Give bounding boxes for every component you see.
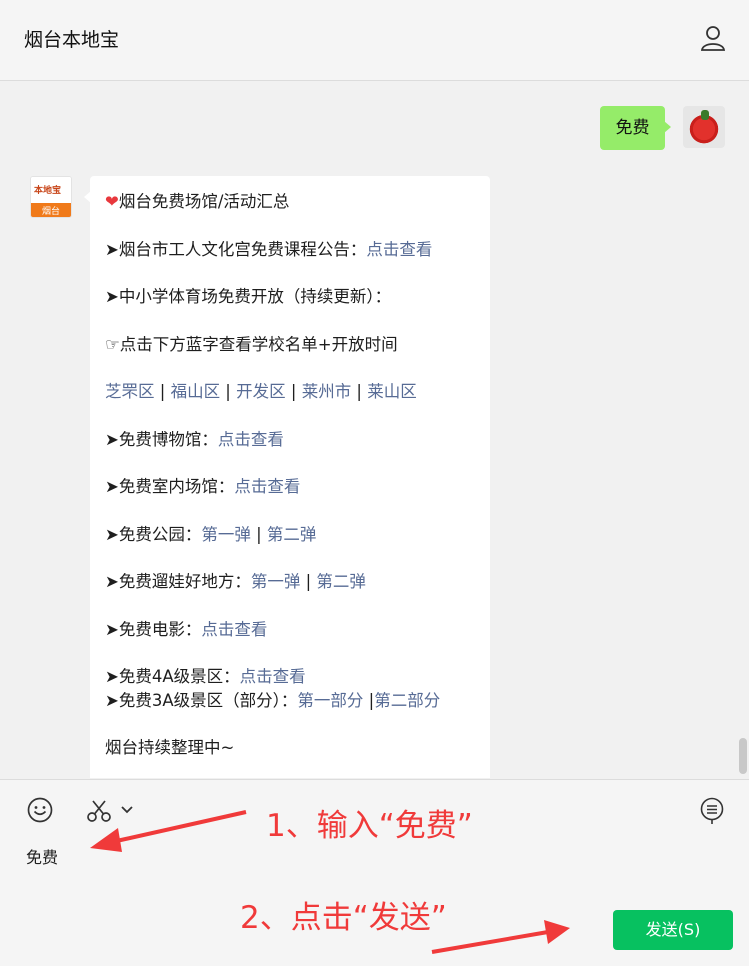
line-text: ➤免费公园： [105, 525, 202, 544]
link-view[interactable]: 点击查看 [366, 240, 432, 259]
heart-icon: ❤ [105, 192, 119, 211]
line-text: ➤免费博物馆： [105, 430, 218, 449]
district-links: 芝罘区 | 福山区 | 开发区 | 莱州市 | 莱山区 [105, 378, 417, 402]
annotation-step-2: 2、点击“发送” [240, 900, 447, 936]
logo-top: 本地宝 [31, 177, 71, 203]
message-line: ➤免费3A级景区（部分）：第一部分 |第二部分 [105, 687, 440, 711]
separator: | [220, 382, 237, 401]
line-text: ➤免费遛娃好地方： [105, 572, 251, 591]
message-input[interactable]: 免费 [26, 844, 58, 868]
line-text: 烟台免费场馆/活动汇总 [118, 192, 290, 211]
logo-top-text: 本地宝 [34, 186, 62, 196]
separator: | [285, 382, 302, 401]
separator: | [300, 572, 317, 591]
line-text: ➤烟台市工人文化宫免费课程公告： [105, 240, 367, 259]
message-line: ☞点击下方蓝字查看学校名单+开放时间 [105, 335, 398, 354]
scissors-icon[interactable] [86, 799, 112, 823]
chat-header: 烟台本地宝 [0, 0, 749, 81]
chevron-down-icon[interactable] [120, 804, 134, 816]
send-button[interactable]: 发送(S) [613, 910, 733, 950]
link-part-1[interactable]: 第一部分 [297, 691, 363, 710]
chat-title: 烟台本地宝 [24, 29, 120, 51]
message-line: ➤免费4A级景区：点击查看 [105, 663, 306, 687]
link-part-1[interactable]: 第一弹 [251, 572, 301, 591]
link-part-2[interactable]: 第二弹 [316, 572, 366, 591]
link-part-2[interactable]: 第二部分 [374, 691, 440, 710]
link-laizhou[interactable]: 莱州市 [302, 382, 352, 401]
logo-bottom: 烟台 [31, 203, 71, 217]
bot-avatar[interactable]: 本地宝 烟台 [30, 176, 72, 218]
chat-history[interactable]: 免费 本地宝 烟台 ❤烟台免费场馆/活动汇总 ➤烟台市工人文化宫免费课程公告：点… [0, 81, 749, 778]
link-laishan[interactable]: 莱山区 [367, 382, 417, 401]
separator: | [154, 382, 171, 401]
emoji-icon[interactable] [27, 797, 53, 823]
line-text: ➤免费4A级景区： [105, 667, 240, 686]
link-view[interactable]: 点击查看 [240, 667, 306, 686]
link-zhifu[interactable]: 芝罘区 [105, 382, 155, 401]
link-fushan[interactable]: 福山区 [171, 382, 221, 401]
message-line: ➤烟台市工人文化宫免费课程公告：点击查看 [105, 236, 432, 260]
message-line: ➤免费博物馆：点击查看 [105, 426, 284, 450]
line-text: ➤免费电影： [105, 620, 202, 639]
annotation-step-1: 1、输入“免费” [266, 808, 473, 844]
message-line: ➤免费遛娃好地方：第一弹 | 第二弹 [105, 568, 366, 592]
chat-bubble-icon[interactable] [699, 797, 725, 825]
link-part-1[interactable]: 第一弹 [201, 525, 251, 544]
user-icon[interactable] [699, 24, 727, 52]
line-text: ➤免费室内场馆： [105, 477, 235, 496]
separator: | [351, 382, 368, 401]
link-view[interactable]: 点击查看 [201, 620, 267, 639]
my-avatar[interactable] [683, 106, 725, 148]
received-message-bubble: ❤烟台免费场馆/活动汇总 ➤烟台市工人文化宫免费课程公告：点击查看 ➤中小学体育… [84, 176, 490, 778]
message-line: ➤免费室内场馆：点击查看 [105, 473, 300, 497]
message-line: ➤免费公园：第一弹 | 第二弹 [105, 521, 316, 545]
message-line: ➤免费电影：点击查看 [105, 616, 267, 640]
separator: | [363, 691, 375, 710]
link-view[interactable]: 点击查看 [234, 477, 300, 496]
logo-bottom-text: 烟台 [42, 207, 61, 217]
message-line: ❤烟台免费场馆/活动汇总 [105, 188, 289, 212]
sent-message-bubble[interactable]: 免费 [600, 106, 671, 150]
message-line: 烟台持续整理中~ [105, 738, 235, 757]
line-text: ➤免费3A级景区（部分）： [105, 691, 298, 710]
link-kaifa[interactable]: 开发区 [236, 382, 286, 401]
link-part-2[interactable]: 第二弹 [267, 525, 317, 544]
message-line: ➤中小学体育场免费开放（持续更新）： [105, 287, 392, 306]
link-view[interactable]: 点击查看 [218, 430, 284, 449]
separator: | [250, 525, 267, 544]
scrollbar-thumb[interactable] [739, 738, 747, 774]
